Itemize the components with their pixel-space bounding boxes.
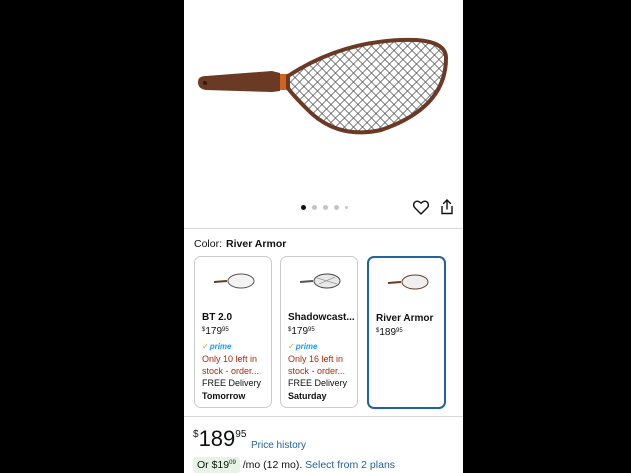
variant-thumbnail bbox=[299, 273, 341, 289]
stock-warning: Only 10 left in stock - order... bbox=[202, 354, 260, 376]
delivery-text: FREE Delivery bbox=[202, 378, 262, 388]
variant-thumbnail bbox=[387, 274, 429, 290]
monthly-price-badge: Or $1909 bbox=[193, 457, 240, 473]
share-icon[interactable] bbox=[436, 196, 458, 218]
prime-badge: ✓prime bbox=[288, 342, 318, 351]
price-history-link[interactable]: Price history bbox=[251, 440, 306, 451]
heart-icon[interactable] bbox=[410, 196, 432, 218]
carousel-dot[interactable] bbox=[312, 204, 317, 210]
carousel-dot[interactable] bbox=[345, 205, 348, 209]
checkmark-icon: ✓ bbox=[202, 342, 209, 351]
main-price: $18995 bbox=[193, 426, 247, 451]
variant-name: BT 2.0 bbox=[202, 312, 233, 323]
variant-price: $17995 bbox=[288, 326, 315, 337]
delivery-day: Saturday bbox=[288, 391, 327, 401]
variant-name: Shadowcast... bbox=[288, 312, 355, 323]
prime-badge: ✓prime bbox=[202, 342, 232, 351]
variant-price: $17995 bbox=[202, 326, 229, 337]
carousel-dot[interactable] bbox=[323, 204, 328, 210]
delivery-day: Tomorrow bbox=[202, 391, 246, 401]
carousel-dot[interactable] bbox=[334, 204, 339, 210]
color-selector-label: Color: River Armor bbox=[194, 238, 286, 250]
variant-card-bt-2[interactable]: BT 2.0 $17995 ✓prime Only 10 left in sto… bbox=[194, 256, 272, 408]
carousel-dot[interactable] bbox=[301, 204, 306, 210]
carousel-dots bbox=[301, 203, 348, 211]
divider bbox=[184, 416, 463, 417]
variant-card-river-armor[interactable]: River Armor $18995 bbox=[367, 256, 446, 409]
monthly-payment: Or $1909 /mo (12 mo). Select from 2 plan… bbox=[193, 457, 395, 473]
divider bbox=[184, 228, 463, 229]
variant-price: $18995 bbox=[376, 327, 403, 338]
product-image-carousel[interactable] bbox=[184, 0, 463, 196]
stock-warning: Only 16 left in stock - order... bbox=[288, 354, 346, 376]
monthly-suffix: /mo (12 mo). bbox=[242, 459, 303, 471]
color-label: Color: bbox=[194, 238, 223, 250]
delivery-text: FREE Delivery bbox=[288, 378, 348, 388]
checkmark-icon: ✓ bbox=[288, 342, 295, 351]
color-value: River Armor bbox=[226, 238, 287, 250]
product-image-landing-net bbox=[198, 37, 449, 135]
variant-name: River Armor bbox=[376, 313, 434, 324]
select-plans-link[interactable]: Select from 2 plans bbox=[305, 459, 395, 471]
product-screen: Color: River Armor BT 2.0 $17995 ✓prime O… bbox=[184, 0, 463, 473]
variant-card-shadowcast[interactable]: Shadowcast... $17995 ✓prime Only 16 left… bbox=[280, 256, 358, 408]
variant-thumbnail bbox=[213, 273, 255, 289]
